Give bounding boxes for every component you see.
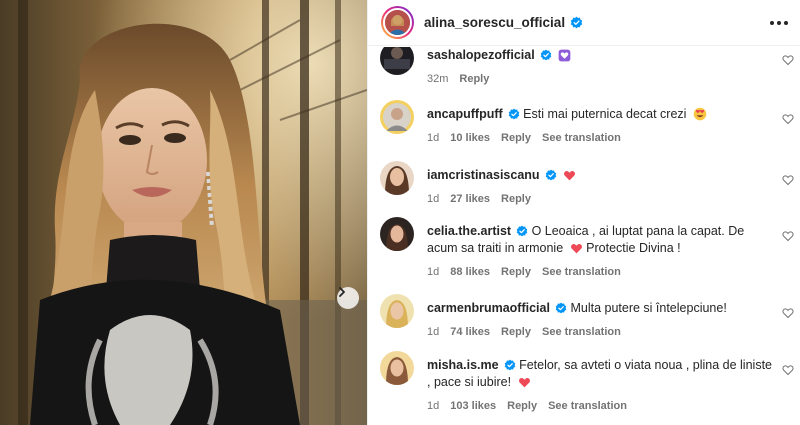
comment-username[interactable]: celia.the.artist (427, 224, 511, 238)
comment-meta: 1d 103 likes Reply See translation (427, 398, 772, 415)
comment-meta: 1d 27 likes Reply (427, 191, 772, 208)
comment-text: Esti mai puternica decat crezi (523, 107, 687, 121)
more-options-button[interactable] (768, 13, 790, 33)
comment-body: iamcristinasiscanu 1d 27 likes Reply (427, 167, 772, 208)
comment-username[interactable]: ancapuffpuff (427, 107, 503, 121)
verified-badge-icon (540, 49, 551, 61)
portrait-image (0, 0, 367, 425)
reply-button[interactable]: Reply (501, 191, 531, 208)
commenter-avatar-image (380, 351, 414, 385)
comment-body: carmenbrumaofficial Multa putere si înte… (427, 300, 772, 341)
comment-body: celia.the.artist O Leoaica , ai luptat p… (427, 223, 772, 281)
red-heart-emoji (518, 378, 530, 388)
likes-count[interactable]: 74 likes (450, 324, 490, 341)
more-options-icon (770, 21, 788, 25)
verified-badge-icon (545, 169, 556, 181)
commenter-avatar-image (380, 100, 414, 134)
likes-count[interactable]: 27 likes (450, 191, 490, 208)
post-side-panel: alina_sorescu_official sashalopezofficia… (368, 0, 800, 425)
like-comment-button[interactable] (782, 229, 796, 243)
post-header: alina_sorescu_official (368, 0, 800, 46)
chevron-right-icon (339, 287, 345, 297)
comment-time: 1d (427, 132, 440, 144)
commenter-avatar[interactable] (380, 100, 414, 134)
reply-button[interactable]: Reply (501, 324, 531, 341)
see-translation-link[interactable]: See translation (542, 264, 621, 281)
comment-time: 1d (427, 193, 440, 205)
verified-badge-icon (516, 225, 528, 237)
red-heart-emoji (570, 244, 582, 254)
author-avatar[interactable] (381, 6, 414, 39)
like-comment-button[interactable] (782, 306, 796, 320)
heart-eyes-emoji (693, 107, 707, 121)
likes-count[interactable]: 88 likes (450, 264, 490, 281)
commenter-avatar-image (380, 47, 414, 75)
heart-outline-icon (782, 175, 794, 186)
verified-badge-icon (570, 16, 583, 29)
commenter-avatar-image (380, 161, 414, 195)
likes-count[interactable]: 10 likes (450, 130, 490, 147)
comment-time: 1d (427, 326, 440, 338)
comment-body: sashalopezofficial 32m Reply (427, 47, 772, 88)
verified-badge-icon (555, 302, 567, 314)
next-photo-button[interactable] (337, 287, 359, 309)
comment-username[interactable]: iamcristinasiscanu (427, 168, 540, 182)
comment-meta: 32m Reply (427, 71, 772, 88)
comment-meta: 1d 10 likes Reply See translation (427, 130, 772, 147)
like-comment-button[interactable] (782, 363, 796, 377)
see-translation-link[interactable]: See translation (548, 398, 627, 415)
red-heart-emoji (564, 171, 576, 181)
like-comment-button[interactable] (782, 112, 796, 126)
comments-list: sashalopezofficial 32m Reply ancapuffpuf… (368, 47, 800, 425)
see-translation-link[interactable]: See translation (542, 130, 621, 147)
see-translation-link[interactable]: See translation (542, 324, 621, 341)
commenter-avatar[interactable] (380, 47, 414, 75)
comment-time: 1d (427, 400, 440, 412)
comment-body: misha.is.me Fetelor, sa avteti o viata n… (427, 357, 772, 415)
like-comment-button[interactable] (782, 173, 796, 187)
comment-body: ancapuffpuff Esti mai puternica decat cr… (427, 106, 772, 147)
reply-button[interactable]: Reply (501, 130, 531, 147)
comment-meta: 1d 88 likes Reply See translation (427, 264, 772, 281)
likes-count[interactable]: 103 likes (450, 398, 496, 415)
author-username[interactable]: alina_sorescu_official (424, 15, 583, 30)
commenter-avatar[interactable] (380, 294, 414, 328)
heart-outline-icon (782, 55, 794, 66)
reply-button[interactable]: Reply (501, 264, 531, 281)
commenter-avatar[interactable] (380, 217, 414, 251)
comment-username[interactable]: misha.is.me (427, 358, 499, 372)
commenter-avatar-image (380, 294, 414, 328)
heart-outline-icon (782, 365, 794, 376)
commenter-avatar[interactable] (380, 351, 414, 385)
commenter-avatar[interactable] (380, 161, 414, 195)
commenter-avatar-image (380, 217, 414, 251)
verified-badge-icon (508, 108, 519, 120)
heart-outline-icon (782, 308, 794, 319)
verified-badge-icon (504, 359, 515, 371)
comment-username[interactable]: carmenbrumaofficial (427, 301, 550, 315)
comment-text: Multa putere si întelepciune! (570, 301, 727, 315)
reply-button[interactable]: Reply (507, 398, 537, 415)
reply-button[interactable]: Reply (459, 71, 489, 88)
like-comment-button[interactable] (782, 53, 796, 67)
comment-text-continued: Protectie Divina ! (586, 241, 681, 255)
post-photo[interactable] (0, 0, 367, 425)
author-avatar-image (385, 10, 410, 35)
purple-heart-emoji (558, 49, 571, 62)
heart-outline-icon (782, 231, 794, 242)
author-username-text: alina_sorescu_official (424, 15, 566, 30)
comment-time: 32m (427, 73, 449, 85)
heart-outline-icon (782, 114, 794, 125)
comment-meta: 1d 74 likes Reply See translation (427, 324, 772, 341)
comment-username[interactable]: sashalopezofficial (427, 48, 535, 62)
comment-time: 1d (427, 266, 440, 278)
